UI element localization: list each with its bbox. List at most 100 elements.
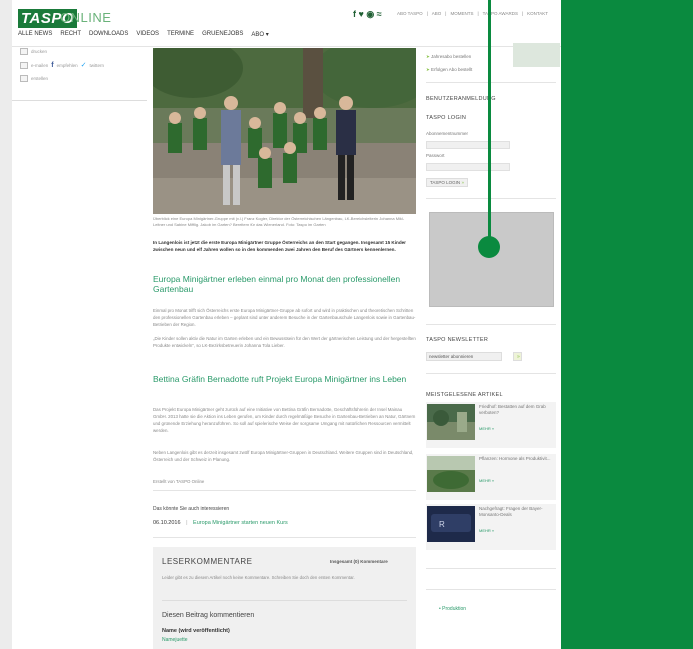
content-divider [153, 490, 416, 491]
top-links: ABO TASPO | ABO | MOMENTS | TASPO AWARDS… [397, 11, 548, 16]
comments-count: Insgesamt (0) Kommentare [330, 559, 388, 564]
doc-icon [20, 75, 28, 82]
top-link-sep: | [445, 11, 447, 16]
nav-item-gruenejobs[interactable]: GRUENEJOBS [202, 31, 243, 38]
social-icons[interactable]: f ♥ ◉ ≈ [353, 9, 382, 20]
sidebar-divider [426, 589, 556, 590]
article-paragraph-4: Neben Langenlois gibt es derzeit insgesa… [153, 450, 414, 462]
sidebar-divider [426, 324, 556, 325]
article-title[interactable]: Nachgefragt: Fragen der Bayer-Monsanto-D… [479, 506, 553, 518]
comments-section: LESERKOMMENTARE Insgesamt (0) Kommentare… [153, 547, 416, 649]
more-link[interactable]: MEHR » [479, 528, 494, 533]
article-thumbnail: R [427, 506, 475, 542]
newsletter-submit-button[interactable]: » [513, 352, 522, 361]
tool-label[interactable]: empfehlen [57, 63, 78, 68]
sidebar-divider [426, 82, 556, 83]
newsletter-title: TASPO NEWSLETTER [426, 337, 489, 343]
top-link-sep: | [426, 11, 428, 16]
ad-placeholder[interactable] [429, 212, 554, 307]
more-link[interactable]: MEHR » [479, 426, 494, 431]
svg-text:R: R [439, 520, 445, 529]
related-label: Das könnte Sie auch interessieren [153, 506, 230, 512]
article-heading-2: Bettina Gräfin Bernadotte ruft Projekt E… [153, 374, 407, 384]
article-paragraph-3: Das Projekt Europa Minigärtner geht zurü… [153, 407, 416, 433]
marker-dot [478, 236, 500, 258]
nav-item-recht[interactable]: RECHT [60, 31, 81, 38]
right-sidebar: ➤ Jahresabo bestellen ➤ Erfolgen Abo bes… [426, 43, 561, 649]
nav-item-termine[interactable]: TERMINE [167, 31, 194, 38]
name-field-label: Name (wird veröffentlicht) [162, 628, 230, 634]
logo-online-suffix: ONLINE [60, 10, 112, 25]
related-separator: | [186, 520, 188, 526]
top-link-kontakt[interactable]: KONTAKT [527, 11, 548, 16]
popular-articles-title: MEISTGELESENE ARTIKEL [426, 392, 503, 398]
photo-caption: Überblick eine Europa Minigärtner-Gruppe… [153, 216, 405, 227]
nav-item-alle-news[interactable]: ALLE NEWS [18, 31, 52, 38]
username-label: Abonnementnummer [426, 131, 469, 136]
popular-article-item[interactable]: R Nachgefragt: Fragen der Bayer-Monsanto… [426, 504, 556, 550]
article-paragraph-1: Einmal pro Monat trifft sich Österreichs… [153, 308, 416, 327]
popular-article-item[interactable]: Pflanzen: Hormone als Produktivit... MEH… [426, 454, 556, 500]
marker-line [488, 0, 491, 246]
magazine-thumbnail[interactable] [513, 43, 560, 67]
tool-drucken[interactable]: drucken [20, 48, 104, 55]
article-title[interactable]: Friedhof: Bestatten auf dem Grab verbote… [479, 404, 553, 416]
arrow-icon: » [461, 180, 464, 185]
sidebar-link-label: Erfolgen Abo bestellt [431, 67, 473, 72]
tool-label: drucken [31, 49, 48, 54]
top-link-moments[interactable]: MOMENTS [450, 11, 473, 16]
article-thumbnail [427, 456, 475, 492]
website-frame: TASPO ONLINE f ♥ ◉ ≈ ABO TASPO | ABO | M… [12, 0, 561, 649]
more-link[interactable]: MEHR » [479, 478, 494, 483]
article-thumbnail [427, 404, 475, 440]
sidebar-link-produktion[interactable]: • Produktion [439, 606, 466, 612]
username-input[interactable] [426, 141, 510, 149]
login-title: BENUTZERANMELDUNG [426, 96, 496, 102]
related-article: 06.10.2016 | Europa Minigärtner starten … [153, 520, 288, 526]
top-link-sep: | [477, 11, 479, 16]
facebook-icon[interactable]: f [51, 62, 53, 69]
article-title[interactable]: Pflanzen: Hormone als Produktivit... [479, 456, 553, 462]
nav-item-abo[interactable]: ABO ▾ [251, 31, 268, 38]
tool-label: erstellen [31, 76, 49, 81]
content-divider [153, 537, 416, 538]
newsletter-select[interactable]: newsletter abonnieren [426, 352, 502, 361]
email-icon [20, 61, 28, 69]
header-bar: TASPO ONLINE f ♥ ◉ ≈ ABO TASPO | ABO | M… [12, 0, 561, 47]
comments-divider [162, 600, 407, 601]
tool-erstellen[interactable]: erstellen [20, 75, 104, 82]
twitter-icon[interactable]: ✓ [81, 61, 87, 69]
sidebar-link-abo[interactable]: ➤ Erfolgen Abo bestellt [426, 67, 472, 73]
top-link-abo-taspo[interactable]: ABO TASPO [397, 11, 423, 16]
arrow-icon: » [517, 354, 520, 360]
green-background-panel [561, 0, 693, 649]
tool-label[interactable]: e-mailen [31, 63, 48, 68]
popular-article-item[interactable]: Friedhof: Bestatten auf dem Grab verbote… [426, 402, 556, 448]
name-input[interactable]: Namejuette [162, 637, 188, 643]
password-input[interactable] [426, 163, 510, 171]
comment-form-title: Diesen Beitrag kommentieren [162, 612, 255, 619]
comments-title: LESERKOMMENTARE [162, 557, 253, 566]
top-link-abo[interactable]: ABO [432, 11, 442, 16]
login-button-label: TASPO LOGIN [430, 180, 461, 185]
related-article-link[interactable]: Europa Minigärtner starten neuen Kurs [193, 520, 288, 526]
article-intro: In Langenlois ist jetzt die erste Europa… [153, 240, 406, 252]
article-paragraph-2: „Die Kinder sollen aktiv die Natur im Ga… [153, 336, 416, 348]
login-button[interactable]: TASPO LOGIN » [426, 178, 468, 187]
login-subtitle: TASPO LOGIN [426, 115, 467, 121]
article-source: Erstellt von TASPO Online [153, 479, 205, 484]
related-date: 06.10.2016 [153, 520, 181, 526]
password-label: Passwort [426, 153, 445, 158]
sidebar-link-jahresabo[interactable]: ➤ Jahresabo bestellen [426, 54, 471, 60]
sidebar-divider [426, 568, 556, 569]
sidebar-divider [426, 373, 556, 374]
tool-row-share: e-mailen f empfehlen ✓ twittern [20, 61, 104, 69]
left-divider [12, 100, 147, 101]
print-icon [20, 48, 28, 55]
nav-item-downloads[interactable]: DOWNLOADS [89, 31, 128, 38]
comments-empty-text: Leider gibt es zu diesem Artikel noch ke… [162, 575, 355, 580]
main-nav: ALLE NEWS RECHT DOWNLOADS VIDEOS TERMINE… [18, 31, 269, 38]
nav-item-videos[interactable]: VIDEOS [136, 31, 159, 38]
tool-label[interactable]: twittern [90, 63, 105, 68]
sidebar-link-label: Jahresabo bestellen [431, 54, 472, 59]
